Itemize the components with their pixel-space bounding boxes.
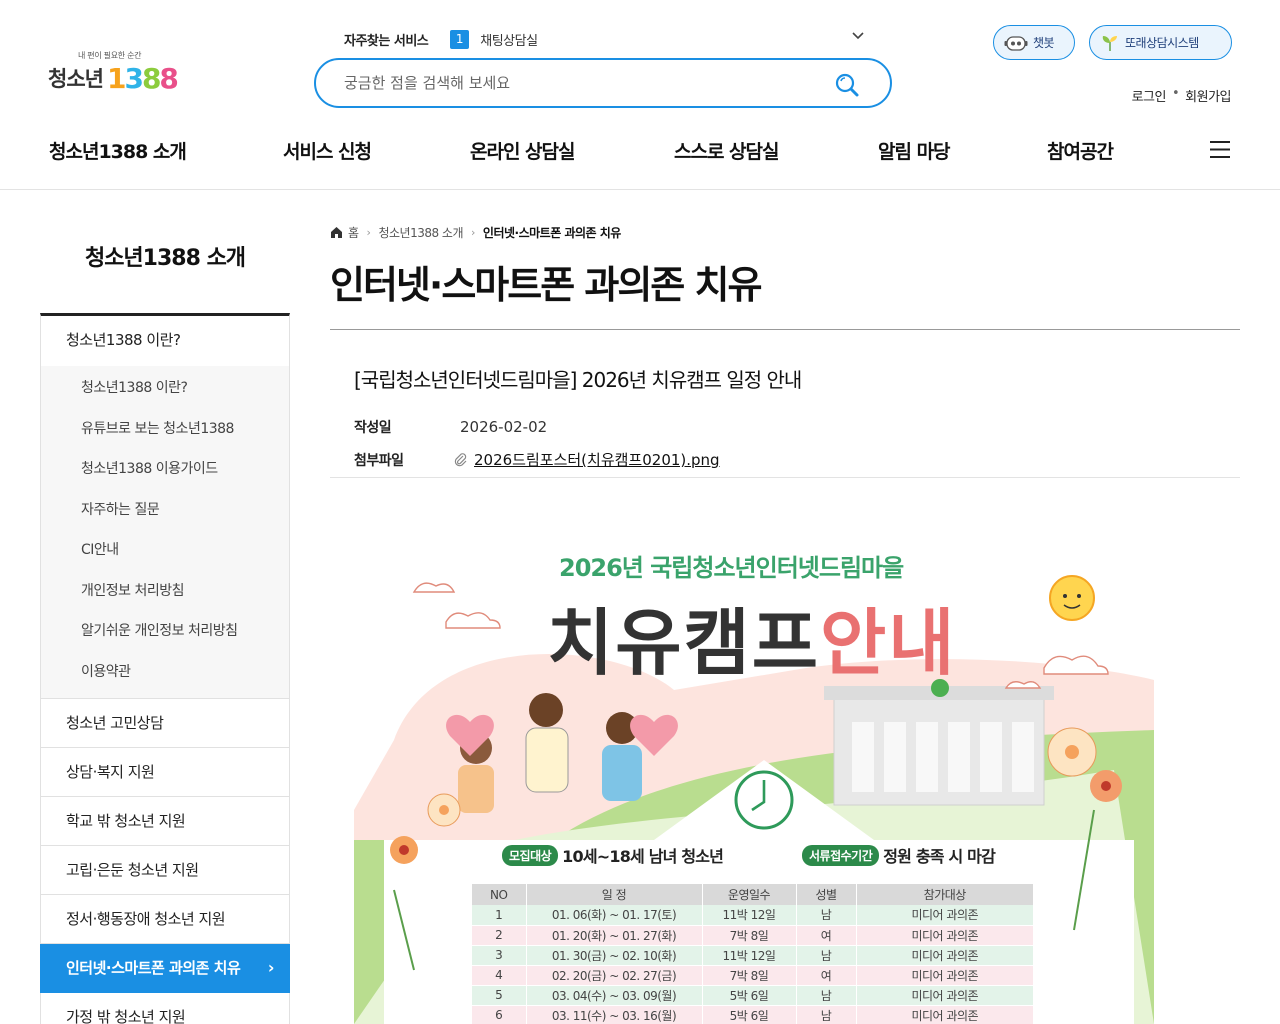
nav-item-about[interactable]: 청소년1388 소개 [49,137,187,164]
sidebar-item-active[interactable]: 인터넷·스마트폰 과의존 치유 › [40,944,290,993]
sidebar-item-label: 인터넷·스마트폰 과의존 치유 [66,959,241,977]
table-header: 참가대상 [856,884,1034,905]
attachment-link[interactable]: 2026드림포스터(치유캠프0201).png [474,449,720,470]
poster-title-dark: 치유캠프 [547,601,820,685]
sidebar-title: 청소년1388 소개 [84,246,246,271]
quick-service-bar: 자주찾는 서비스 1 채팅상담실 [344,28,864,50]
table-row: 2 01. 20(화) ~ 01. 27(화) 7박 8일 여 미디어 과의존 [472,925,1034,946]
home-icon[interactable] [330,226,343,239]
post-attachment-row: 첨부파일 2026드림포스터(치유캠프0201).png [354,449,720,470]
poster-image: 2026년 국립청소년인터넷드림마을 치유캠프안내 모집대상 10세~18세 남… [354,510,1154,1024]
recruit-text: 10세~18세 남녀 청소년 [562,847,724,866]
sidebar-item[interactable]: 고립·은둔 청소년 지원 [41,846,289,895]
sidebar-sub-item[interactable]: 자주하는 질문 [41,490,289,531]
poster-title: 치유캠프안내 [547,584,956,689]
sidebar-group-about[interactable]: 청소년1388 이란? [41,316,289,366]
meta-divider [330,477,1240,478]
table-row: 3 01. 30(금) ~ 02. 10(화) 11박 12일 남 미디어 과의존 [472,945,1034,966]
sidebar-sub-item[interactable]: 이용약관 [41,652,289,693]
camp-schedule-table: NO 일 정 운영일수 성별 참가대상 1 01. 06(화) ~ 01. 17(… [472,884,1034,1024]
poster-subtitle: 2026년 국립청소년인터넷드림마을 [559,554,904,582]
paperclip-icon [454,452,467,466]
table-row: 6 03. 11(수) ~ 03. 16(월) 5박 6일 남 미디어 과의존 [472,1005,1034,1024]
table-row: 4 02. 20(금) ~ 02. 27(금) 7박 8일 여 미디어 과의존 [472,965,1034,986]
logo-number: 1388 [106,62,179,95]
nav-item-notice[interactable]: 알림 마당 [878,137,951,164]
nav-item-online-counsel[interactable]: 온라인 상담실 [470,137,575,164]
nav-item-participation[interactable]: 참여공간 [1047,137,1114,164]
chevron-down-icon[interactable] [852,29,864,44]
auth-links: 로그인 • 회원가입 [1132,86,1232,105]
sidebar-item[interactable]: 학교 밖 청소년 지원 [41,797,289,846]
hamburger-menu-icon[interactable] [1210,141,1230,158]
period-badge: 서류접수기간 [802,844,880,866]
page-title: 인터넷·스마트폰 과의존 치유 [330,263,762,307]
table-row: 5 03. 04(수) ~ 03. 09(월) 5박 6일 남 미디어 과의존 [472,985,1034,1006]
date-label: 작성일 [354,420,392,436]
sidebar-sub-item[interactable]: 개인정보 처리방침 [41,571,289,612]
table-header: 운영일수 [702,884,797,905]
search-icon[interactable] [834,72,860,98]
sidebar-sub-item[interactable]: 청소년1388 이란? [41,368,289,409]
logo-tagline: 내 편이 필요한 순간 [78,51,142,60]
breadcrumb: 홈 › 청소년1388 소개 › 인터넷·스마트폰 과의존 치유 [330,224,621,241]
breadcrumb-separator: › [366,226,371,239]
sidebar-item[interactable]: 정서·행동장애 청소년 지원 [41,895,289,944]
recruit-badge: 모집대상 [502,844,559,866]
table-header: NO [472,884,527,905]
chatbot-label: 챗봇 [1033,36,1055,50]
sidebar-sub-item[interactable]: CI안내 [41,530,289,571]
sidebar-submenu: 청소년1388 이란? 유튜브로 보는 청소년1388 청소년1388 이용가이… [41,366,289,699]
period-text: 정원 충족 시 마감 [883,847,996,866]
sidebar-sub-item[interactable]: 유튜브로 보는 청소년1388 [41,409,289,450]
quick-service-item[interactable]: 채팅상담실 [480,30,538,49]
quick-service-label: 자주찾는 서비스 [344,33,429,49]
chatbot-icon [1004,35,1028,51]
site-logo[interactable]: 내 편이 필요한 순간 청소년 1388 [48,50,179,95]
breadcrumb-level1[interactable]: 청소년1388 소개 [378,224,463,241]
table-header: 일 정 [526,884,703,905]
poster-recruit-target: 모집대상 10세~18세 남녀 청소년 [502,843,724,867]
peer-counseling-label: 또래상담시스템 [1125,36,1199,50]
post-title: [국립청소년인터넷드림마을] 2026년 치유캠프 일정 안내 [354,368,802,392]
chevron-right-icon: › [267,958,275,977]
peer-counseling-button[interactable]: 또래상담시스템 [1089,25,1232,60]
sidebar-sub-item[interactable]: 청소년1388 이용가이드 [41,449,289,490]
sprout-icon [1102,35,1117,51]
attachment-label: 첨부파일 [354,452,404,469]
nav-item-service-request[interactable]: 서비스 신청 [283,137,372,164]
poster-application-period: 서류접수기간 정원 충족 시 마감 [802,843,996,867]
quick-service-index: 1 [450,29,470,49]
chatbot-button[interactable]: 챗봇 [993,25,1075,60]
sidebar-item[interactable]: 가정 밖 청소년 지원 [41,993,289,1024]
post-date-row: 작성일 2026-02-02 [354,417,547,437]
sidebar-item[interactable]: 상담·복지 지원 [41,748,289,797]
search-input[interactable] [344,71,814,95]
breadcrumb-current: 인터넷·스마트폰 과의존 치유 [482,226,621,240]
post-date: 2026-02-02 [460,418,548,436]
search-box [314,58,892,108]
title-divider [330,329,1240,330]
poster-title-pink: 안내 [819,601,957,685]
nav-item-self-counsel[interactable]: 스스로 상담실 [674,137,779,164]
table-row: 1 01. 06(화) ~ 01. 17(토) 11박 12일 남 미디어 과의존 [472,905,1034,926]
signup-link[interactable]: 회원가입 [1185,86,1231,105]
sidebar-sub-item[interactable]: 알기쉬운 개인정보 처리방침 [41,611,289,652]
breadcrumb-separator: › [471,226,475,239]
auth-separator: • [1171,86,1180,101]
table-header: 성별 [796,884,857,905]
sidebar-menu: 청소년1388 이란? 청소년1388 이란? 유튜브로 보는 청소년1388 … [40,313,290,1024]
logo-text: 청소년 [48,67,104,91]
main-nav: 청소년1388 소개 서비스 신청 온라인 상담실 스스로 상담실 알림 마당 … [0,137,1280,167]
sidebar-item[interactable]: 청소년 고민상담 [41,699,289,748]
login-link[interactable]: 로그인 [1132,86,1167,105]
breadcrumb-home[interactable]: 홈 [348,224,359,241]
site-header: 내 편이 필요한 순간 청소년 1388 자주찾는 서비스 1 채팅상담실 챗봇 [0,0,1280,190]
